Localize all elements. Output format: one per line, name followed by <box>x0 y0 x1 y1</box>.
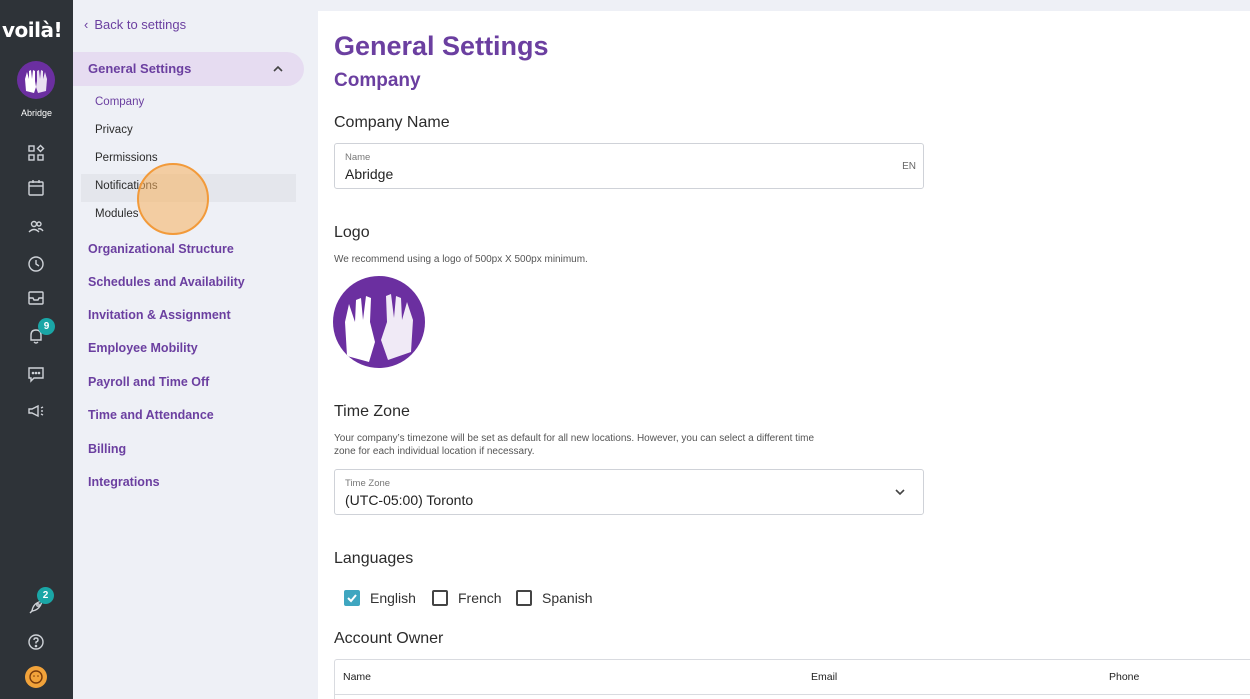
table-divider <box>334 694 1250 695</box>
spanish-checkbox[interactable] <box>516 590 532 606</box>
company-logo[interactable] <box>333 276 425 368</box>
page-subtitle: Company <box>334 70 421 91</box>
face-icon <box>29 670 43 684</box>
time-zone-helper-2: zone for each individual location if nec… <box>334 446 535 457</box>
company-name-value: Abridge <box>345 166 394 182</box>
column-header-name[interactable]: Name <box>343 671 371 683</box>
account-owner-heading: Account Owner <box>334 630 444 647</box>
page-title: General Settings <box>334 31 549 61</box>
checkmark-icon <box>347 594 357 603</box>
company-name-heading: Company Name <box>334 114 450 131</box>
time-zone-heading: Time Zone <box>334 403 410 420</box>
sidebar-item-invitation[interactable]: Invitation & Assignment <box>88 308 231 322</box>
back-link-label: Back to settings <box>94 17 187 32</box>
language-french[interactable]: French <box>432 588 502 608</box>
sidebar-item-permissions[interactable]: Permissions <box>95 152 158 164</box>
sidebar-item-payroll[interactable]: Payroll and Time Off <box>88 375 209 389</box>
megaphone-icon[interactable] <box>26 401 46 421</box>
sidebar-item-modules[interactable]: Modules <box>95 208 138 220</box>
raised-hands-icon <box>25 70 47 93</box>
languages-heading: Languages <box>334 550 414 567</box>
org-name: Abridge <box>20 108 53 118</box>
language-english[interactable]: English <box>344 588 416 608</box>
dashboard-icon[interactable] <box>26 143 46 163</box>
clock-icon[interactable] <box>26 254 46 274</box>
org-avatar[interactable] <box>17 61 55 99</box>
chevron-left-icon: ‹ <box>84 17 89 32</box>
logo-helper: We recommend using a logo of 500px X 500… <box>334 254 588 265</box>
sidebar-item-employee-mobility[interactable]: Employee Mobility <box>88 341 198 355</box>
click-indicator <box>137 163 209 235</box>
time-zone-value: (UTC-05:00) Toronto <box>345 492 474 508</box>
logo-heading: Logo <box>334 224 370 241</box>
sidebar-item-integrations[interactable]: Integrations <box>88 475 160 489</box>
chevron-up-icon[interactable] <box>270 61 286 77</box>
sidebar-item-time-attendance[interactable]: Time and Attendance <box>88 408 214 422</box>
column-header-phone[interactable]: Phone <box>1109 671 1139 683</box>
english-label: English <box>370 590 416 606</box>
language-code[interactable]: EN <box>902 161 916 172</box>
user-avatar[interactable] <box>25 666 47 688</box>
french-label: French <box>458 590 502 606</box>
spanish-label: Spanish <box>542 590 593 606</box>
company-name-label: Name <box>345 152 371 163</box>
sidebar-item-schedules[interactable]: Schedules and Availability <box>88 275 245 289</box>
sidebar-item-company[interactable]: Company <box>95 96 144 108</box>
english-checkbox[interactable] <box>344 590 360 606</box>
time-zone-label: Time Zone <box>345 478 391 489</box>
notifications-badge: 9 <box>38 318 55 335</box>
calendar-icon[interactable] <box>26 178 46 198</box>
sidebar-item-organizational-structure[interactable]: Organizational Structure <box>88 242 234 256</box>
general-settings-title: General Settings <box>88 61 192 76</box>
language-spanish[interactable]: Spanish <box>516 588 593 608</box>
time-zone-helper-1: Your company’s timezone will be set as d… <box>334 433 815 444</box>
company-name-field[interactable]: Name Abridge EN <box>334 143 924 189</box>
help-icon[interactable] <box>26 632 46 652</box>
time-zone-select[interactable]: Time Zone (UTC-05:00) Toronto <box>334 469 924 515</box>
inbox-icon[interactable] <box>26 288 46 308</box>
app-rail: voilà! Abridge 9 2 <box>0 0 73 699</box>
column-header-email[interactable]: Email <box>811 671 837 683</box>
people-icon[interactable] <box>26 217 46 237</box>
sidebar-item-billing[interactable]: Billing <box>88 442 126 456</box>
french-checkbox[interactable] <box>432 590 448 606</box>
brand-logo[interactable]: voilà! <box>2 18 63 42</box>
account-owner-table: Name Email Phone <box>334 659 1250 699</box>
raised-hands-icon <box>345 294 413 362</box>
chevron-down-icon[interactable] <box>892 484 908 500</box>
back-to-settings-link[interactable]: ‹ Back to settings <box>84 17 186 32</box>
sidebar-item-privacy[interactable]: Privacy <box>95 124 133 136</box>
launch-badge: 2 <box>37 587 54 604</box>
chat-icon[interactable] <box>26 364 46 384</box>
